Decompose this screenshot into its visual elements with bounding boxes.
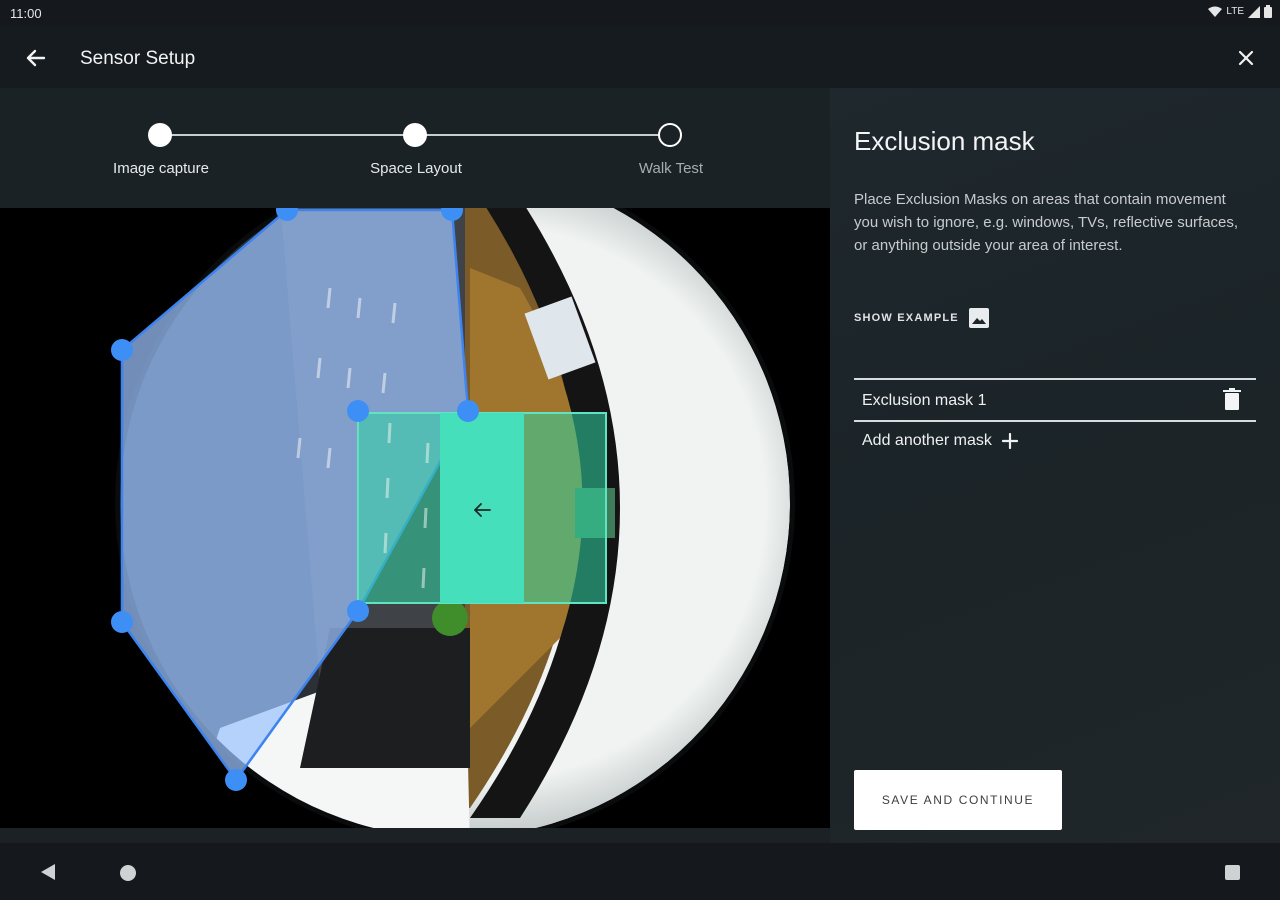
nav-back-icon: [41, 864, 55, 880]
back-button[interactable]: [22, 44, 50, 72]
status-bar: 11:00 LTE: [0, 0, 1280, 26]
rect-handle[interactable]: [347, 400, 369, 422]
panel-description: Place Exclusion Masks on areas that cont…: [854, 191, 1239, 254]
add-mask-button[interactable]: Add another mask: [862, 432, 1018, 450]
rect-handle[interactable]: [457, 400, 479, 422]
step-dot-image-capture[interactable]: [148, 123, 172, 147]
save-and-continue-button[interactable]: SAVE AND CONTINUE: [854, 770, 1062, 830]
page-title: Sensor Setup: [80, 48, 196, 69]
close-icon: [1238, 50, 1254, 66]
network-type: LTE: [1226, 6, 1244, 17]
settings-panel: Exclusion mask Place Exclusion Masks on …: [830, 88, 1280, 843]
system-nav-bar: [0, 843, 1280, 900]
app-bar: Sensor Setup: [0, 26, 1280, 88]
show-example-button[interactable]: SHOW EXAMPLE: [854, 308, 989, 328]
status-time: 11:00: [10, 6, 42, 21]
rect-mask-center[interactable]: [440, 413, 524, 603]
mask-list-item[interactable]: Exclusion mask 1: [854, 380, 1256, 420]
editor-bottom-strip: [0, 828, 830, 843]
editor-pane: Image capture Space Layout Walk Test: [0, 88, 830, 843]
nav-home-icon[interactable]: [120, 865, 136, 881]
nav-back-button[interactable]: [40, 863, 56, 886]
nav-recents-icon[interactable]: [1225, 865, 1240, 880]
step-dot-walk-test[interactable]: [658, 123, 682, 147]
trash-icon: [1223, 388, 1241, 410]
camera-view[interactable]: [0, 208, 830, 828]
step-label-walk-test[interactable]: Walk Test: [581, 160, 761, 177]
plus-icon: [1001, 433, 1018, 449]
delete-mask-button[interactable]: [1222, 388, 1242, 412]
close-button[interactable]: [1232, 44, 1260, 72]
signal-icon: [1248, 5, 1260, 18]
mask-name: Exclusion mask 1: [862, 392, 987, 409]
rect-handle[interactable]: [347, 600, 369, 622]
setup-stepper: Image capture Space Layout Walk Test: [0, 88, 830, 208]
battery-icon: [1264, 5, 1272, 18]
mask-list-divider-bottom: [854, 420, 1256, 422]
step-label-image-capture[interactable]: Image capture: [71, 160, 251, 177]
polygon-handle[interactable]: [111, 611, 133, 633]
add-mask-label: Add another mask: [862, 432, 992, 449]
wifi-icon: [1208, 6, 1223, 17]
step-label-space-layout[interactable]: Space Layout: [326, 160, 506, 177]
status-icons: LTE: [1208, 5, 1272, 18]
show-example-label: SHOW EXAMPLE: [854, 312, 959, 324]
polygon-handle[interactable]: [111, 339, 133, 361]
image-icon: [968, 308, 989, 328]
step-dot-space-layout[interactable]: [403, 123, 427, 147]
fisheye-image[interactable]: [0, 208, 830, 828]
panel-title: Exclusion mask: [854, 126, 1035, 156]
arrow-left-icon: [26, 49, 46, 67]
polygon-handle[interactable]: [225, 769, 247, 791]
